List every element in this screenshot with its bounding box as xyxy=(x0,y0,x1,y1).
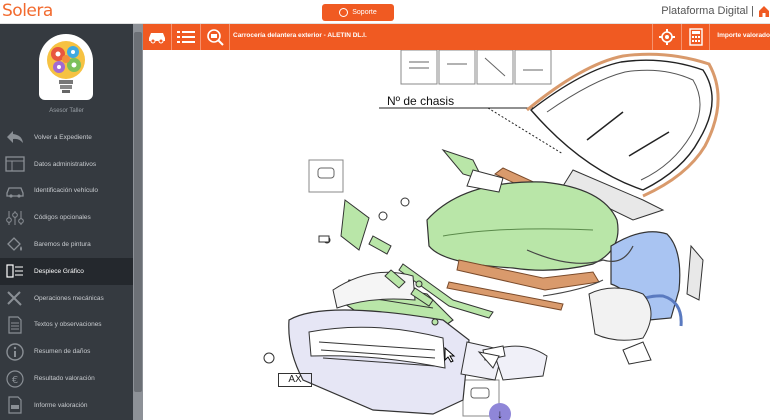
car-icon xyxy=(149,33,165,44)
part-thumbnail-clips xyxy=(400,50,438,85)
toolbar: Carrocería delantera exterior - ALETIN D… xyxy=(143,24,770,50)
sidebar-item-label: Baremos de pintura xyxy=(34,241,91,249)
sidebar: Asesor Taller Volver a Expediente Datos … xyxy=(0,24,133,420)
sidebar-item-label: Resultado valoración xyxy=(34,375,95,383)
pdf-report-icon xyxy=(4,395,26,415)
support-button[interactable]: Soporte xyxy=(322,4,394,21)
parts-diagram-canvas[interactable]: Nº de chasis AX ↓ xyxy=(143,50,770,420)
vehicle-toolbar-button[interactable] xyxy=(143,24,172,50)
sidebar-item-label: Textos y observaciones xyxy=(34,321,102,329)
sidebar-item-codigos-opcionales[interactable]: Códigos opcionales xyxy=(0,204,133,231)
arrow-down-icon: ↓ xyxy=(497,407,503,420)
scrollbar-thumb[interactable] xyxy=(134,32,142,392)
calculator-toolbar-button[interactable] xyxy=(682,24,710,50)
platform-title: Plataforma Digital | xyxy=(661,5,754,17)
sidebar-item-label: Datos administrativos xyxy=(34,160,97,168)
part-thumbnail-left xyxy=(308,159,344,193)
sidebar-item-textos-observaciones[interactable]: Textos y observaciones xyxy=(0,312,133,339)
document-text-icon xyxy=(4,315,26,335)
info-icon xyxy=(4,342,26,362)
part-thumbnail-brackets xyxy=(438,50,476,85)
sidebar-item-label: Informe valoración xyxy=(34,401,88,409)
search-vehicle-toolbar-button[interactable] xyxy=(201,24,230,50)
list-icon xyxy=(177,31,195,43)
search-car-icon xyxy=(207,29,224,46)
lifebuoy-icon xyxy=(339,8,349,17)
sidebar-item-label: Volver a Expediente xyxy=(34,133,92,141)
sidebar-item-datos-administrativos[interactable]: Datos administrativos xyxy=(0,151,133,178)
home-icon[interactable] xyxy=(758,4,770,18)
sidebar-item-label: Operaciones mecánicas xyxy=(34,294,104,302)
sidebar-item-volver-expediente[interactable]: Volver a Expediente xyxy=(0,124,133,151)
avatar xyxy=(39,34,93,100)
paint-bucket-icon xyxy=(4,235,26,255)
top-bar: Solera Soporte Plataforma Digital | xyxy=(0,0,770,24)
car-icon xyxy=(4,181,26,201)
sidebar-item-label: Códigos opcionales xyxy=(34,214,91,222)
sidebar-item-label: Resumen de daños xyxy=(34,348,91,356)
sidebar-item-label: Despiece Gráfico xyxy=(34,267,84,275)
sidebar-item-operaciones-mecanicas[interactable]: Operaciones mecánicas xyxy=(0,285,133,312)
lightbulb-gears-logo-icon xyxy=(47,41,85,93)
support-label: Soporte xyxy=(352,9,377,16)
part-thumbnails xyxy=(400,50,552,85)
sidebar-item-resumen-danos[interactable]: Resumen de daños xyxy=(0,338,133,365)
sidebar-item-identificacion-vehiculo[interactable]: Identificación vehículo xyxy=(0,178,133,205)
sidebar-item-informe-valoracion[interactable]: Informe valoración xyxy=(0,392,133,419)
sidebar-scrollbar[interactable] xyxy=(133,24,143,420)
euro-icon: € xyxy=(4,369,26,389)
part-thumbnail-trim xyxy=(514,50,552,85)
valuation-amount-label[interactable]: Importe valorado xyxy=(717,32,770,39)
svg-text:€: € xyxy=(12,375,18,386)
scroll-down-button[interactable]: ↓ xyxy=(489,403,511,420)
sidebar-item-despiece-grafico[interactable]: Despiece Gráfico xyxy=(0,257,133,285)
exploded-parts-icon xyxy=(4,261,26,281)
sidebar-menu: Volver a Expediente Datos administrativo… xyxy=(0,124,133,419)
back-arrow-icon xyxy=(4,127,26,147)
exploded-body-diagram xyxy=(263,50,720,417)
wrench-tools-icon xyxy=(4,288,26,308)
gear-wrench-icon xyxy=(659,29,675,45)
chassis-number-label: Nº de chasis xyxy=(387,94,455,108)
advisor-name: Asesor Taller xyxy=(49,108,84,114)
calculator-icon xyxy=(688,28,703,46)
admin-data-icon xyxy=(4,154,26,174)
sidebar-item-baremos-pintura[interactable]: Baremos de pintura xyxy=(0,231,133,258)
settings-toolbar-button[interactable] xyxy=(652,24,682,50)
section-title: Carrocería delantera exterior - ALETIN D… xyxy=(233,32,367,39)
options-sliders-icon xyxy=(4,208,26,228)
sidebar-item-label: Identificación vehículo xyxy=(34,187,98,195)
solera-logo: Solera xyxy=(2,1,53,21)
list-toolbar-button[interactable] xyxy=(172,24,201,50)
license-plate-label: AX xyxy=(278,373,312,387)
sidebar-item-resultado-valoracion[interactable]: € Resultado valoración xyxy=(0,365,133,392)
